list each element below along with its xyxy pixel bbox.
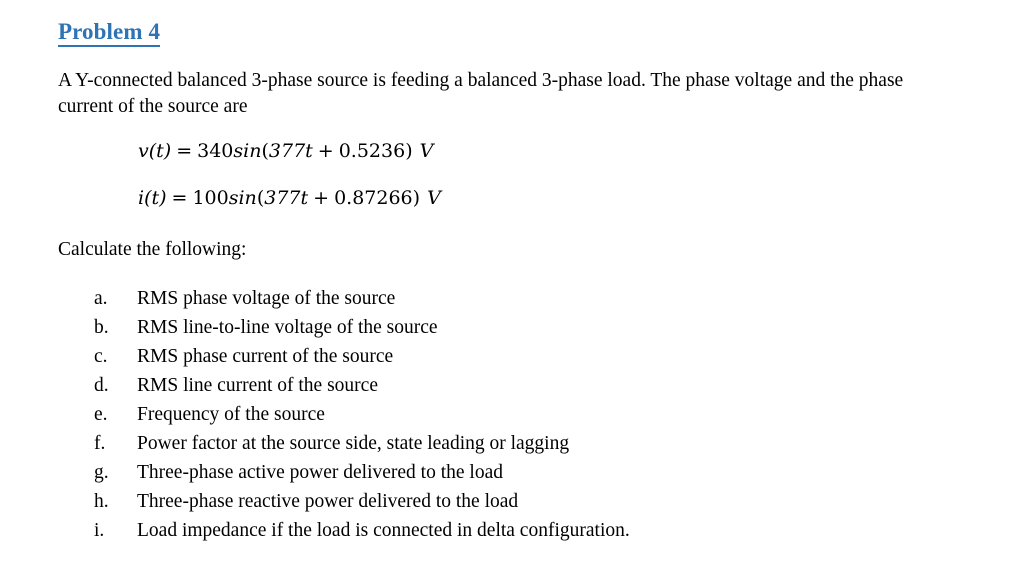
list-item: b. RMS line-to-line voltage of the sourc…	[94, 313, 964, 342]
equation-current-lhs: i(t)	[138, 187, 167, 209]
list-item-marker: c.	[94, 346, 108, 367]
equation-voltage-plus: +	[317, 140, 334, 162]
equation-current-plus: +	[313, 187, 330, 209]
list-item-label: Frequency of the source	[137, 404, 325, 425]
equation-voltage-amplitude: 340	[197, 140, 234, 162]
list-item-marker: a.	[94, 288, 108, 309]
equation-voltage-phase: 0.5236	[338, 140, 406, 162]
equation-voltage-open-paren: (	[261, 140, 269, 162]
list-item: e. Frequency of the source	[94, 400, 964, 429]
equation-current-close-paren: )	[412, 187, 421, 209]
list-item-marker: f.	[94, 433, 106, 454]
task-list: a. RMS phase voltage of the source b. RM…	[94, 284, 964, 545]
list-item-label: RMS phase voltage of the source	[137, 288, 396, 309]
page-title-text: Problem 4	[58, 20, 161, 47]
equation-current-amplitude: 100	[192, 187, 229, 209]
list-item-marker: g.	[94, 462, 109, 483]
list-item-label: Load impedance if the load is connected …	[137, 520, 630, 541]
equation-block: v(t) = 340sin(377t +0.5236) V i(t) = 100sin(37…	[138, 141, 838, 209]
equation-voltage-lhs: v(t)	[138, 140, 172, 162]
list-item-marker: h.	[94, 491, 109, 512]
list-item: h. Three-phase reactive power delivered …	[94, 487, 964, 516]
equation-voltage-close-paren: )	[405, 140, 413, 162]
equation-voltage-function: sin	[233, 140, 262, 162]
list-item-label: RMS phase current of the source	[137, 346, 394, 367]
equation-voltage-angular-term: 377t	[268, 140, 313, 162]
list-item-marker: d.	[94, 375, 109, 396]
list-item: c. RMS phase current of the source	[94, 342, 964, 371]
page-title: Problem 4	[58, 20, 161, 47]
equation-voltage-unit: V	[419, 140, 434, 162]
list-item-marker: i.	[94, 520, 105, 541]
equation-current-unit: V	[427, 187, 441, 209]
equation-current: i(t) = 100sin(377t +0.87266) V	[138, 188, 838, 209]
list-item-label: RMS line current of the source	[137, 375, 378, 396]
list-item: f. Power factor at the source side, stat…	[94, 429, 964, 458]
list-item-label: RMS line-to-line voltage of the source	[137, 317, 438, 338]
equation-voltage-equals: =	[176, 140, 193, 162]
list-item-label: Power factor at the source side, state l…	[137, 433, 570, 454]
list-item: i. Load impedance if the load is connect…	[94, 516, 964, 545]
equation-current-function: sin	[228, 187, 257, 209]
intro-paragraph: A Y-connected balanced 3-phase source is…	[58, 70, 904, 117]
list-item: g. Three-phase active power delivered to…	[94, 458, 964, 487]
list-item: a. RMS phase voltage of the source	[94, 284, 964, 313]
equation-current-equals: =	[171, 187, 188, 209]
list-item-marker: b.	[94, 317, 109, 338]
list-item-label: Three-phase active power delivered to th…	[137, 462, 503, 483]
list-item-marker: e.	[94, 404, 108, 425]
document-page: Problem 4 A Y-connected balanced 3-phase…	[0, 0, 1024, 564]
list-item-label: Three-phase reactive power delivered to …	[137, 491, 519, 512]
list-item: d. RMS line current of the source	[94, 371, 964, 400]
equation-current-phase: 0.87266	[334, 187, 413, 209]
equation-current-angular-term: 377t	[264, 187, 309, 209]
equation-voltage: v(t) = 340sin(377t +0.5236) V	[138, 141, 838, 162]
calculate-prompt: Calculate the following:	[58, 239, 247, 260]
